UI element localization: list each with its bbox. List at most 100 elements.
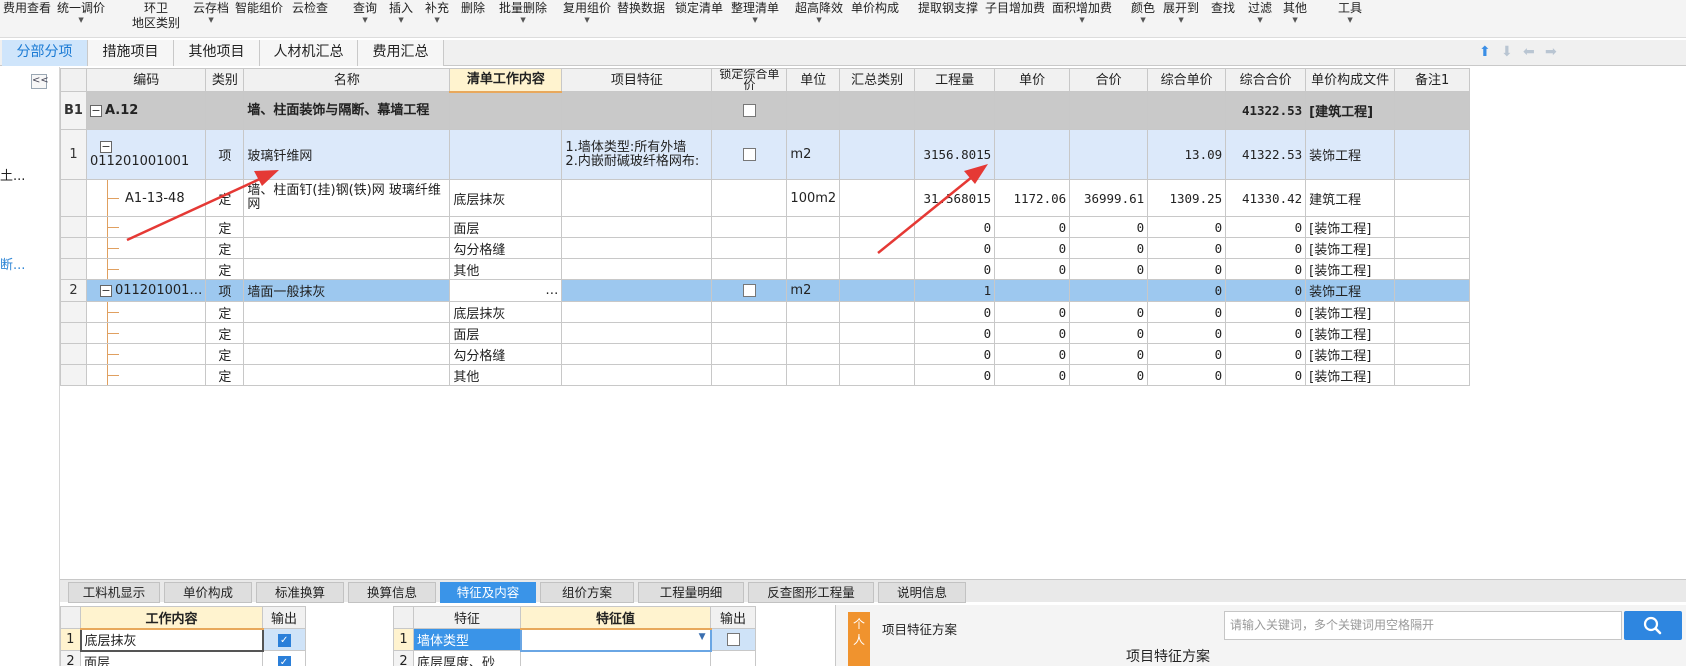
- table-row[interactable]: 2 底层厚度、砂: [393, 650, 756, 666]
- col-header-feature[interactable]: 项目特征: [561, 68, 713, 92]
- remark-cell[interactable]: [1394, 216, 1471, 238]
- collapse-panel-button[interactable]: <<: [31, 74, 49, 89]
- table-row[interactable]: 1 −011201001001 项玻璃钎维网 1.墙体类型:所有外墙 2.内嵌耐碱玻纤…: [60, 129, 1471, 180]
- summary-category-cell[interactable]: [839, 364, 916, 386]
- category-cell[interactable]: [205, 91, 245, 130]
- work-content-cell[interactable]: 面层: [449, 216, 563, 238]
- toolbar-button[interactable]: 颜色 ▼: [1131, 0, 1155, 38]
- toolbar-button[interactable]: 查找: [1211, 0, 1235, 38]
- name-cell[interactable]: [243, 216, 451, 238]
- unit-price-cell[interactable]: 0: [994, 322, 1071, 344]
- comprehensive-unit-price-cell[interactable]: 13.09: [1147, 129, 1227, 180]
- comprehensive-total-cell[interactable]: 0: [1225, 364, 1307, 386]
- unit-price-cell[interactable]: 0: [994, 364, 1071, 386]
- btab-quantity-details[interactable]: 工程量明细: [638, 582, 744, 603]
- comprehensive-unit-price-cell[interactable]: [1147, 91, 1227, 130]
- comprehensive-unit-price-cell[interactable]: 0: [1147, 258, 1227, 280]
- unit-cell[interactable]: [786, 343, 841, 365]
- comprehensive-unit-price-cell[interactable]: 0: [1147, 301, 1227, 323]
- table-row[interactable]: 定面层 0 0 0 0 0 [装饰工程]: [60, 216, 1471, 238]
- feature-cell[interactable]: [561, 301, 713, 323]
- name-cell[interactable]: [243, 322, 451, 344]
- remark-cell[interactable]: [1394, 258, 1471, 280]
- unit-cell[interactable]: [786, 322, 841, 344]
- col-header-price-file[interactable]: 单价构成文件: [1305, 68, 1396, 92]
- feature-cell[interactable]: 1.墙体类型:所有外墙 2.内嵌耐碱玻纤格网布:: [561, 129, 713, 180]
- summary-category-cell[interactable]: [839, 258, 916, 280]
- quantity-cell[interactable]: 0: [914, 364, 996, 386]
- lock-price-cell[interactable]: [711, 216, 788, 238]
- comprehensive-total-cell[interactable]: 0: [1225, 216, 1307, 238]
- comprehensive-unit-price-cell[interactable]: 0: [1147, 322, 1227, 344]
- toolbar-button[interactable]: 整理清单 ▼: [731, 0, 779, 38]
- comprehensive-unit-price-cell[interactable]: 0: [1147, 279, 1227, 302]
- section-row[interactable]: B1− A.12 墙、柱面装饰与隔断、幕墙工程 41322.53 [建筑工程]: [60, 91, 1471, 130]
- total-price-cell[interactable]: [1069, 279, 1149, 302]
- name-cell[interactable]: 墙、柱面钉(挂)钢(铁)网 玻璃纤维网: [243, 179, 451, 217]
- lock-price-cell[interactable]: [711, 179, 788, 217]
- comprehensive-unit-price-cell[interactable]: 0: [1147, 216, 1227, 238]
- left-panel-item[interactable]: 断...: [0, 254, 25, 273]
- price-file-cell[interactable]: [装饰工程]: [1305, 237, 1396, 259]
- unit-cell[interactable]: [786, 91, 841, 130]
- price-file-cell[interactable]: 装饰工程: [1305, 279, 1396, 302]
- price-file-cell[interactable]: [装饰工程]: [1305, 301, 1396, 323]
- total-price-cell[interactable]: 0: [1069, 343, 1149, 365]
- price-file-cell[interactable]: [装饰工程]: [1305, 322, 1396, 344]
- code-cell[interactable]: [85, 343, 207, 365]
- comprehensive-unit-price-cell[interactable]: 0: [1147, 364, 1227, 386]
- move-up-icon[interactable]: ⬆: [1479, 44, 1491, 60]
- btab-features-content[interactable]: 特征及内容: [440, 582, 536, 603]
- price-file-cell[interactable]: [装饰工程]: [1305, 343, 1396, 365]
- toolbar-button[interactable]: 展开到 ▼: [1163, 0, 1199, 38]
- name-cell[interactable]: 墙、柱面装饰与隔断、幕墙工程: [243, 91, 451, 130]
- category-cell[interactable]: 定: [205, 237, 245, 259]
- checkbox-icon[interactable]: [742, 148, 756, 161]
- price-file-cell[interactable]: [装饰工程]: [1305, 364, 1396, 386]
- lock-price-cell[interactable]: [711, 301, 788, 323]
- code-cell[interactable]: A1-13-48: [85, 179, 207, 217]
- category-cell[interactable]: 项: [205, 129, 245, 180]
- btab-description[interactable]: 说明信息: [878, 582, 966, 603]
- work-content-cell[interactable]: 底层抹灰: [449, 301, 563, 323]
- name-cell[interactable]: [243, 301, 451, 323]
- toolbar-button[interactable]: 插入 ▼: [389, 0, 413, 38]
- comprehensive-unit-price-cell[interactable]: 0: [1147, 343, 1227, 365]
- toolbar-button[interactable]: 过滤 ▼: [1248, 0, 1272, 38]
- col-header-comprehensive-unit-price[interactable]: 综合单价: [1147, 68, 1227, 92]
- col-header-summary-category[interactable]: 汇总类别: [839, 68, 916, 92]
- code-cell[interactable]: [85, 216, 207, 238]
- table-row[interactable]: 1 底层抹灰 ✓: [60, 627, 306, 652]
- category-cell[interactable]: 定: [205, 301, 245, 323]
- comprehensive-total-cell[interactable]: 0: [1225, 258, 1307, 280]
- summary-category-cell[interactable]: [839, 179, 916, 217]
- total-price-cell[interactable]: 0: [1069, 301, 1149, 323]
- toolbar-button[interactable]: 复用组价 ▼: [563, 0, 611, 38]
- work-content-cell[interactable]: 底层抹灰: [449, 179, 563, 217]
- checkbox-icon[interactable]: [742, 104, 756, 117]
- lock-price-cell[interactable]: [711, 258, 788, 280]
- total-price-cell[interactable]: 0: [1069, 322, 1149, 344]
- name-cell[interactable]: [243, 258, 451, 280]
- col-header-unit-price[interactable]: 单价: [994, 68, 1071, 92]
- feature-value-dropdown[interactable]: ▼: [519, 627, 712, 652]
- work-content-cell[interactable]: 勾分格缝: [449, 237, 563, 259]
- feature-name-cell[interactable]: 墙体类型: [413, 628, 521, 651]
- remark-cell[interactable]: [1394, 301, 1471, 323]
- toolbar-button[interactable]: 批量删除 ▼: [499, 0, 547, 38]
- price-file-cell[interactable]: 装饰工程: [1305, 129, 1396, 180]
- comprehensive-unit-price-cell[interactable]: 1309.25: [1147, 179, 1227, 217]
- btab-conversion-info[interactable]: 换算信息: [348, 582, 436, 603]
- work-content-cell[interactable]: 面层: [449, 322, 563, 344]
- output-checkbox[interactable]: [710, 650, 756, 666]
- category-cell[interactable]: 定: [205, 216, 245, 238]
- toolbar-button[interactable]: 云存档 ▼: [193, 0, 229, 38]
- unit-cell[interactable]: [786, 301, 841, 323]
- table-row[interactable]: 定面层 0 0 0 0 0 [装饰工程]: [60, 322, 1471, 344]
- feature-cell[interactable]: [561, 279, 713, 302]
- remark-cell[interactable]: [1394, 237, 1471, 259]
- comprehensive-total-cell[interactable]: 0: [1225, 322, 1307, 344]
- feature-cell[interactable]: [561, 91, 713, 130]
- work-content-cell[interactable]: [449, 129, 563, 180]
- table-row[interactable]: 2 面层 ✓: [60, 650, 306, 666]
